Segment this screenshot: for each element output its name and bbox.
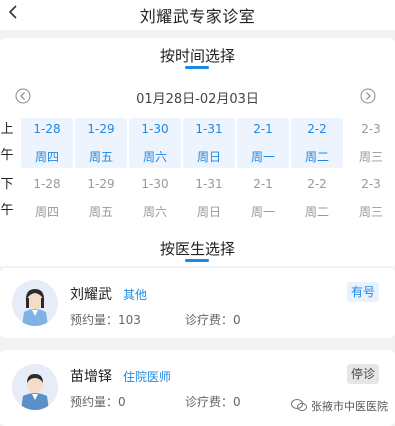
wechat-icon [291,399,307,412]
slot-date: 1-30 [141,177,169,191]
slot-weekday: 周一 [250,150,275,164]
top-bar: 刘耀武专家诊室 [0,0,395,30]
date-range-label: 01月28日-02月03日 [136,92,259,107]
afternoon-slot: 2-1 周一 [237,173,289,223]
slot-weekday: 周二 [304,205,329,219]
slot-date: 1-30 [141,122,169,136]
slot-weekday: 周五 [88,205,113,219]
afternoon-label-2: 午 [0,203,14,218]
morning-slot[interactable]: 2-2 周二 [291,118,343,168]
slot-weekday: 周四 [34,205,59,219]
slot-date: 2-1 [253,122,273,136]
morning-slot[interactable]: 1-30 周六 [129,118,181,168]
slot-weekday: 周日 [196,205,221,219]
slot-weekday: 周六 [142,150,167,164]
page-title: 刘耀武专家诊室 [139,7,256,26]
slot-date: 1-29 [87,177,115,191]
time-selection-card: 按时间选择 01月28日-02月03日 上 午 1-28 周四 1-29 周五 1-30… [0,38,395,230]
morning-slot[interactable]: 2-1 周一 [237,118,289,168]
slot-date: 2-2 [307,177,327,191]
morning-label-2: 午 [0,148,14,163]
afternoon-slot: 1-31 周日 [183,173,235,223]
slot-date: 1-31 [195,122,223,136]
slot-weekday: 周四 [34,150,59,164]
slot-weekday: 周三 [358,205,383,219]
doctor-card[interactable]: 刘耀武 其他 预约量：103 诊疗费：0 有号 [0,268,395,338]
slot-date: 1-31 [195,177,223,191]
doctor-avatar-icon [12,364,58,410]
morning-slot[interactable]: 1-29 周五 [75,118,127,168]
morning-label-1: 上 [0,122,14,137]
slot-date: 2-3 [361,177,381,191]
slot-date: 1-28 [33,177,61,191]
doctor-card[interactable]: 苗增铎 住院医师 预约量：0 诊疗费：0 停诊 [0,350,395,426]
slot-date: 1-29 [87,122,115,136]
morning-slot[interactable]: 1-28 周四 [21,118,73,168]
watermark-text: 张掖市中医医院 [311,400,388,413]
slot-weekday: 周一 [250,205,275,219]
slot-weekday: 周六 [142,205,167,219]
slot-date: 1-28 [33,122,61,136]
slot-weekday: 周二 [304,150,329,164]
afternoon-slot: 1-29 周五 [75,173,127,223]
time-section-underline [185,66,209,69]
afternoon-label-1: 下 [0,177,14,192]
doctor-booked-count: 预约量：103 [70,313,141,327]
doctor-fee: 诊疗费：0 [185,313,241,327]
doctor-section-title: 按医生选择 [159,240,235,258]
slot-weekday: 周日 [196,150,221,164]
slot-weekday: 周三 [358,150,383,164]
doctor-title: 其他 [123,288,148,302]
doctor-fee: 诊疗费：0 [185,395,241,409]
doctor-avatar [12,280,58,326]
afternoon-slot: 2-3 周三 [345,173,395,223]
doctor-avatar [12,364,58,410]
morning-slot[interactable]: 1-31 周日 [183,118,235,168]
afternoon-slot: 2-2 周二 [291,173,343,223]
slot-date: 2-1 [253,177,273,191]
afternoon-slot: 1-30 周六 [129,173,181,223]
slot-date: 2-2 [307,122,327,136]
doctor-title: 住院医师 [123,370,172,384]
doctor-booked-count: 预约量：0 [70,395,126,409]
time-section-title: 按时间选择 [159,47,235,65]
available-status-button[interactable]: 有号 [347,282,379,302]
date-navigator: 01月28日-02月03日 [0,88,395,108]
slot-weekday: 周五 [88,150,113,164]
slot-date: 2-3 [361,122,381,136]
doctor-section-underline [185,259,209,262]
doctor-name: 苗增铎 [70,369,112,385]
doctor-name: 刘耀武 [70,287,112,303]
suspended-status-button[interactable]: 停诊 [347,364,379,384]
doctor-selection-header: 按医生选择 [0,230,395,266]
morning-slot: 2-3 周三 [345,118,395,168]
afternoon-slot: 1-28 周四 [21,173,73,223]
next-week-icon[interactable] [360,88,376,104]
female-doctor-avatar-icon [12,280,58,326]
